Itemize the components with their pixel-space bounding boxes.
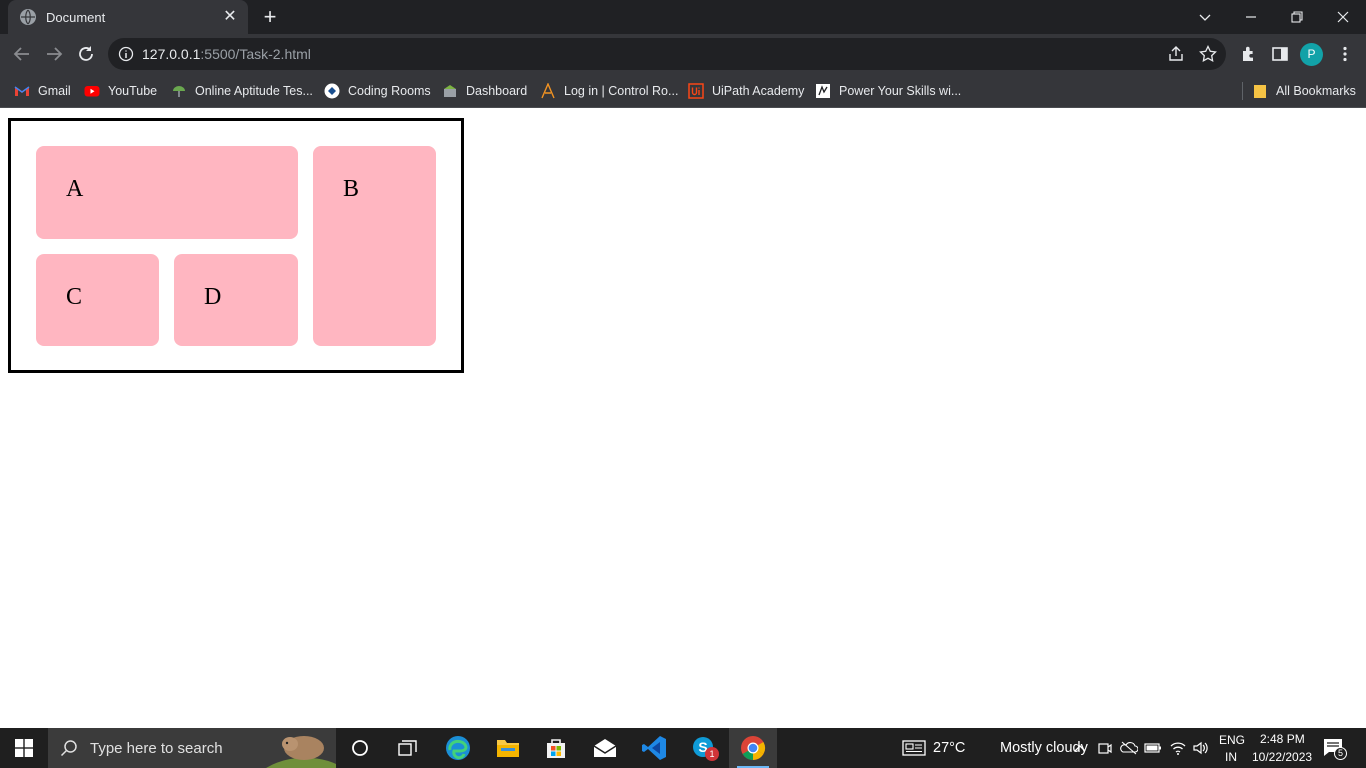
- clock-date[interactable]: 10/22/2023: [1252, 750, 1312, 764]
- clock-time[interactable]: 2:48 PM: [1260, 732, 1305, 746]
- bookmark-coding-rooms[interactable]: Coding Rooms: [324, 82, 431, 100]
- file-explorer-icon: [497, 740, 519, 757]
- bookmark-power-skills[interactable]: Power Your Skills wi...: [815, 82, 961, 100]
- chrome-icon: [741, 736, 766, 760]
- bookmarks-bar: Gmail YouTube Online Aptitude Tes... Cod…: [0, 74, 1366, 108]
- gmail-icon: [14, 86, 30, 96]
- meet-now-icon[interactable]: [1097, 740, 1113, 756]
- edge-icon: [446, 736, 470, 760]
- cortana-circle-icon: [352, 740, 368, 756]
- cell-c: C: [36, 254, 159, 346]
- cell-b: B: [313, 146, 436, 346]
- all-bookmarks[interactable]: All Bookmarks: [1252, 82, 1356, 100]
- taskbar-edge[interactable]: [434, 728, 482, 768]
- taskbar-search-box[interactable]: Type here to search: [48, 728, 336, 768]
- input-region[interactable]: IN: [1225, 750, 1237, 764]
- weather-temperature[interactable]: 27°C: [933, 740, 965, 756]
- tab-title: Document: [46, 9, 106, 25]
- taskbar-vscode[interactable]: [630, 728, 678, 768]
- taskbar-file-explorer[interactable]: [484, 728, 532, 768]
- tab-document[interactable]: Document ✕: [8, 0, 248, 34]
- bookmark-youtube[interactable]: YouTube: [84, 82, 157, 100]
- search-icon: [60, 740, 77, 757]
- cortana-button[interactable]: [336, 728, 384, 768]
- show-hidden-icons-chevron-icon[interactable]: [1073, 741, 1087, 755]
- power-skills-icon: [816, 84, 830, 98]
- uipath-icon: [688, 83, 704, 99]
- restore-button[interactable]: [1274, 0, 1320, 34]
- taskbar-microsoft-store[interactable]: [532, 728, 580, 768]
- extensions-icon[interactable]: [1239, 45, 1257, 63]
- address-bar[interactable]: 127.0.0.1:5500/Task-2.html: [108, 38, 1226, 70]
- coding-rooms-icon: [324, 83, 340, 99]
- tab-close-button[interactable]: ✕: [218, 5, 242, 29]
- notification-count-badge: 5: [1334, 747, 1347, 760]
- input-language[interactable]: ENG: [1219, 733, 1245, 747]
- bookmark-gmail[interactable]: Gmail: [14, 82, 71, 100]
- info-icon[interactable]: [118, 46, 134, 62]
- share-icon[interactable]: [1167, 45, 1185, 63]
- task-view-icon: [398, 740, 417, 756]
- bookmark-control-room[interactable]: Log in | Control Ro...: [540, 82, 678, 100]
- bookmark-online-aptitude[interactable]: Online Aptitude Tes...: [171, 82, 313, 100]
- start-button[interactable]: [0, 728, 48, 768]
- tab-search-chevron-icon[interactable]: [1182, 0, 1228, 34]
- cell-a: A: [36, 146, 298, 239]
- side-panel-icon[interactable]: [1271, 45, 1289, 63]
- windows-taskbar: Type here to search S 1 27°C Mostly clou…: [0, 728, 1366, 768]
- minimize-button[interactable]: [1228, 0, 1274, 34]
- globe-icon: [20, 9, 36, 25]
- taskbar-skype[interactable]: S 1: [680, 728, 728, 768]
- battery-icon[interactable]: [1144, 741, 1162, 755]
- bookmark-dashboard[interactable]: Dashboard: [442, 82, 527, 100]
- windows-logo-icon: [15, 739, 33, 757]
- taskbar-chrome[interactable]: [729, 728, 777, 768]
- volume-icon[interactable]: [1192, 740, 1210, 756]
- grid-container: A B C D: [8, 118, 464, 373]
- control-room-icon: [541, 83, 555, 99]
- page-viewport: A B C D: [0, 109, 1366, 728]
- dashboard-icon: [444, 85, 456, 97]
- search-highlight-wombat-icon: [266, 736, 336, 768]
- back-button[interactable]: [7, 39, 37, 69]
- weather-news-icon[interactable]: [902, 739, 926, 757]
- mail-icon: [593, 739, 617, 757]
- wifi-icon[interactable]: [1169, 740, 1187, 756]
- folder-icon: [1254, 85, 1266, 98]
- bookmarks-divider: [1242, 82, 1243, 100]
- skype-notification-badge: 1: [705, 747, 719, 761]
- browser-toolbar: 127.0.0.1:5500/Task-2.html P: [0, 34, 1366, 74]
- menu-kebab-icon[interactable]: [1336, 45, 1354, 63]
- action-center-button[interactable]: 5: [1323, 738, 1347, 760]
- forward-button[interactable]: [39, 39, 69, 69]
- reload-button[interactable]: [71, 39, 101, 69]
- youtube-icon: [84, 86, 100, 97]
- store-icon: [547, 739, 565, 758]
- browser-titlebar: Document ✕ +: [0, 0, 1366, 34]
- bookmark-star-icon[interactable]: [1199, 45, 1217, 63]
- new-tab-button[interactable]: +: [258, 5, 282, 29]
- profile-avatar[interactable]: P: [1300, 43, 1323, 66]
- task-view-button[interactable]: [384, 728, 432, 768]
- aptitude-icon: [173, 86, 185, 97]
- onedrive-offline-icon[interactable]: [1120, 740, 1138, 756]
- url-text[interactable]: 127.0.0.1:5500/Task-2.html: [142, 46, 311, 62]
- cell-d: D: [174, 254, 298, 346]
- bookmark-uipath-academy[interactable]: UiPath Academy: [688, 82, 804, 100]
- close-window-button[interactable]: [1320, 0, 1366, 34]
- taskbar-mail[interactable]: [581, 728, 629, 768]
- vscode-icon: [642, 736, 666, 760]
